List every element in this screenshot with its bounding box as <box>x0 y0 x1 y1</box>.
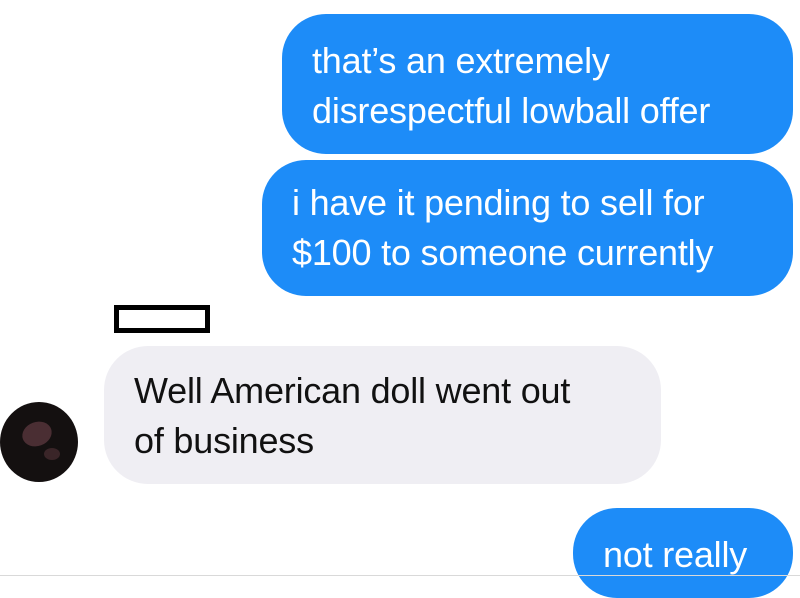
incoming-message-bubble[interactable]: Well American doll went out of business <box>104 346 661 484</box>
sender-avatar[interactable] <box>0 402 78 482</box>
outgoing-message-bubble[interactable]: i have it pending to sell for $100 to so… <box>262 160 793 296</box>
outgoing-message-bubble[interactable]: not really <box>573 508 793 598</box>
outgoing-message-bubble[interactable]: that’s an extremely disrespectful lowbal… <box>282 14 793 154</box>
redacted-sender-name <box>114 305 210 333</box>
divider <box>0 575 800 576</box>
